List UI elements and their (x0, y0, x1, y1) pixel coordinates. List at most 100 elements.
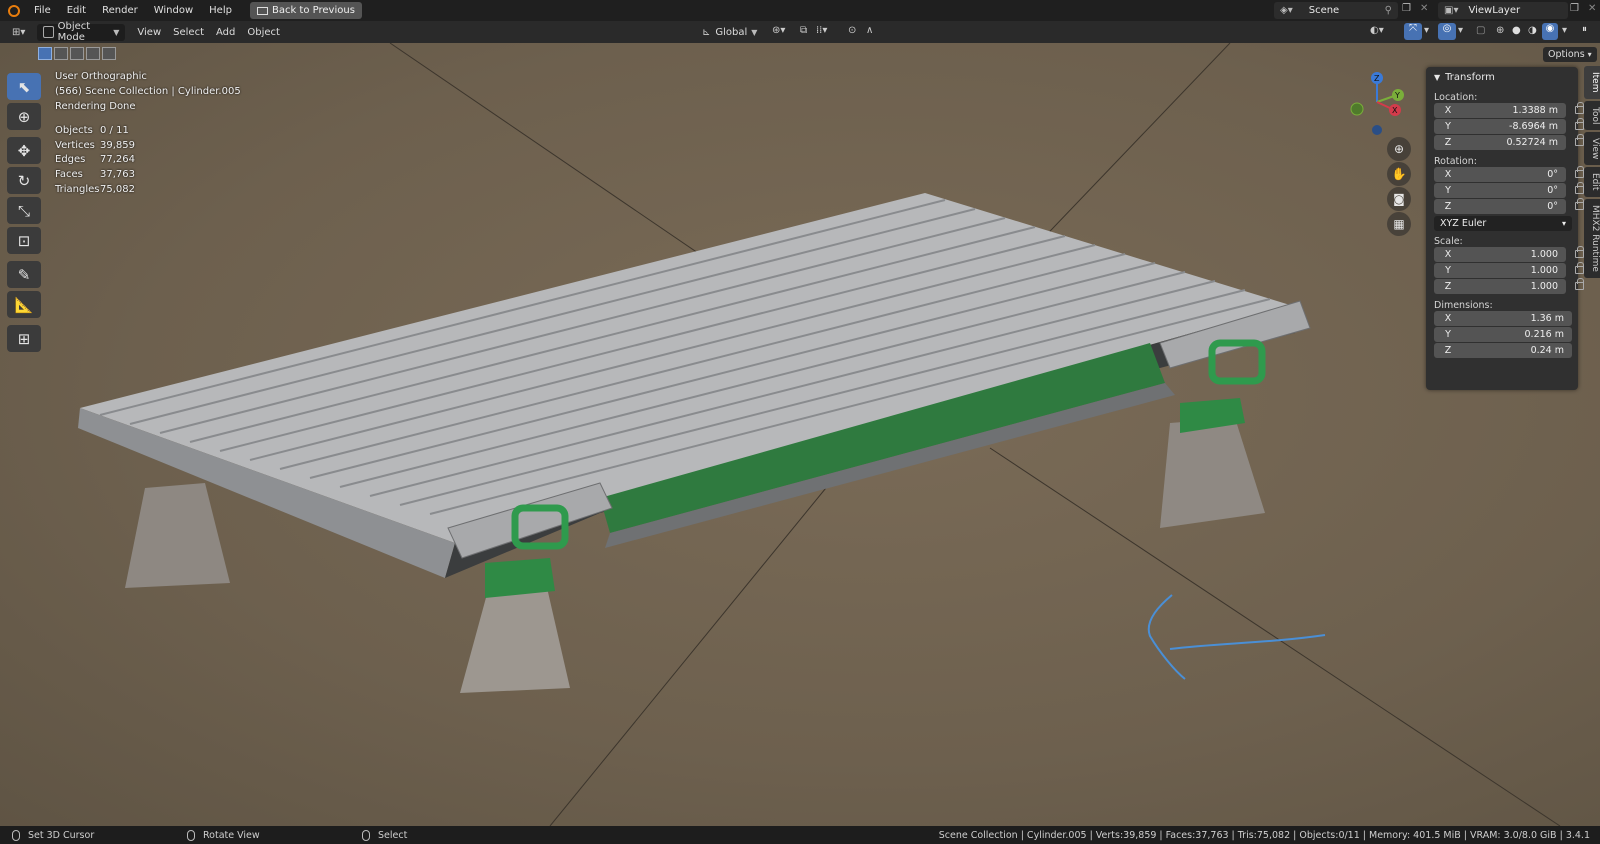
editor-type-button[interactable]: ⊞▾ (6, 24, 31, 41)
options-dropdown[interactable]: Options ▾ (1543, 47, 1597, 62)
visibility-icon[interactable]: ◐▾ (1370, 25, 1384, 36)
annotation-stroke (1169, 634, 1326, 650)
material-shading-icon[interactable]: ◑ (1528, 25, 1537, 36)
lock-icon[interactable] (1575, 134, 1584, 146)
lock-icon[interactable] (1575, 246, 1584, 258)
overlays-toggle-icon[interactable]: ◎ (1438, 23, 1456, 40)
lock-icon[interactable] (1575, 262, 1584, 274)
wireframe-shading-icon[interactable]: ⊕ (1496, 25, 1504, 36)
tab-mhx2-runtime[interactable]: MHX2 Runtime (1584, 198, 1600, 278)
location-y-field[interactable]: Y -8.6964 m (1434, 118, 1584, 134)
3d-viewport[interactable]: Z Y X User Orthographic (566) Scene Coll… (0, 43, 1600, 826)
add-cube-tool[interactable]: ⊞ (7, 325, 41, 352)
menu-edit[interactable]: Edit (59, 5, 94, 16)
snap-toggle-icon[interactable]: ⧉ (800, 25, 807, 36)
menu-window[interactable]: Window (146, 5, 201, 16)
camera-view-icon[interactable]: ◙ (1387, 187, 1411, 211)
stat-row: Vertices 39,859 (55, 140, 135, 155)
scale-icon: ⤡ (17, 201, 30, 220)
new-scene-icon[interactable]: ❐ (1402, 3, 1411, 14)
location-label: Location: (1434, 92, 1478, 103)
cursor-tool[interactable]: ⊕ (7, 103, 41, 130)
new-view-layer-icon[interactable]: ❐ (1570, 3, 1579, 14)
viewport-header: ⊞▾ Object Mode ▼ View Select Add Object … (0, 21, 1600, 43)
field-value: 0° (1547, 169, 1558, 180)
menu-render[interactable]: Render (94, 5, 146, 16)
menu-select[interactable]: Select (167, 24, 210, 41)
pause-icon[interactable]: ⏸ (1582, 24, 1587, 35)
menu-file[interactable]: File (26, 5, 59, 16)
rotate-tool[interactable]: ↻ (7, 167, 41, 194)
select-box-tool[interactable]: ⬉ (7, 73, 41, 100)
xray-toggle-icon[interactable]: ▢ (1476, 25, 1485, 36)
lock-icon[interactable] (1575, 182, 1584, 194)
rotation-mode-select[interactable]: XYZ Euler ▾ (1434, 216, 1572, 231)
overlays-dropdown-icon[interactable]: ▾ (1458, 25, 1463, 36)
rotation-y-field[interactable]: Y 0° (1434, 182, 1584, 198)
scale-tool[interactable]: ⤡ (7, 197, 41, 224)
scale-x-field[interactable]: X 1.000 (1434, 246, 1584, 262)
zoom-icon[interactable]: ⊕ (1387, 137, 1411, 161)
snap-target-icon[interactable]: ⁞⁞▾ (816, 25, 827, 36)
screen-icon (256, 6, 268, 15)
gizmo-y-label: Y (1394, 91, 1400, 100)
delete-scene-icon[interactable]: ✕ (1420, 3, 1428, 14)
move-tool[interactable]: ✥ (7, 137, 41, 164)
dimensions-z-field[interactable]: Z 0.24 m (1434, 343, 1572, 358)
pin-icon[interactable]: ⚲ (1385, 5, 1392, 16)
annotate-tool[interactable]: ✎ (7, 261, 41, 288)
menu-object[interactable]: Object (241, 24, 286, 41)
lock-icon[interactable] (1575, 198, 1584, 210)
transform-panel: ▼ Transform Location: X 1.3388 m Y -8.6964… (1426, 67, 1584, 390)
lock-icon[interactable] (1575, 118, 1584, 130)
tab-item[interactable]: Item (1584, 66, 1600, 99)
menu-add[interactable]: Add (210, 24, 241, 41)
chevron-down-icon: ▼ (751, 27, 758, 37)
ortho-grid-icon[interactable]: ▦ (1387, 212, 1411, 236)
transform-tool[interactable]: ⊡ (7, 227, 41, 254)
field-value: 0° (1547, 201, 1558, 212)
scale-y-field[interactable]: Y 1.000 (1434, 262, 1584, 278)
select-box-icon: ⬉ (17, 77, 31, 96)
annotate-icon: ✎ (17, 265, 31, 284)
tab-view[interactable]: View (1584, 131, 1600, 166)
render-status: Rendering Done (55, 101, 136, 112)
rotation-x-field[interactable]: X 0° (1434, 166, 1584, 182)
proportional-edit-icon[interactable]: ⊙ (848, 25, 856, 36)
scale-z-field[interactable]: Z 1.000 (1434, 278, 1584, 294)
delete-view-layer-icon[interactable]: ✕ (1588, 3, 1596, 14)
falloff-icon[interactable]: ∧ (866, 25, 873, 36)
transform-header[interactable]: ▼ Transform (1426, 67, 1578, 87)
tab-edit[interactable]: Edit (1584, 167, 1600, 197)
solid-shading-icon[interactable]: ● (1512, 25, 1521, 36)
orientation-selector[interactable]: ⊾ Global ▼ (696, 24, 763, 41)
rotation-z-field[interactable]: Z 0° (1434, 198, 1584, 214)
measure-tool[interactable]: 📐 (7, 291, 41, 318)
dimensions-y-field[interactable]: Y 0.216 m (1434, 327, 1572, 342)
rendered-shading-icon[interactable]: ◉ (1542, 23, 1558, 40)
shading-dropdown-icon[interactable]: ▾ (1562, 25, 1567, 36)
stat-label: Objects (55, 125, 93, 136)
mode-selector[interactable]: Object Mode ▼ (37, 21, 126, 43)
field-value: 1.000 (1530, 249, 1558, 260)
view-layer-selector[interactable]: ▣▾ ViewLayer (1438, 2, 1568, 19)
scene-selector[interactable]: ◈▾ Scene ⚲ (1274, 2, 1398, 19)
gizmo-dropdown-icon[interactable]: ▾ (1424, 25, 1429, 36)
location-x-field[interactable]: X 1.3388 m (1434, 102, 1584, 118)
pivot-point-icon[interactable]: ⊛▾ (772, 25, 785, 36)
rotate-icon: ↻ (17, 171, 31, 190)
location-z-field[interactable]: Z 0.52724 m (1434, 134, 1584, 150)
lock-icon[interactable] (1575, 278, 1584, 290)
lock-icon[interactable] (1575, 166, 1584, 178)
lock-icon[interactable] (1575, 102, 1584, 114)
dimensions-x-field[interactable]: X 1.36 m (1434, 311, 1572, 326)
field-value: 1.3388 m (1512, 105, 1558, 116)
menu-view[interactable]: View (131, 24, 167, 41)
menu-help[interactable]: Help (201, 5, 240, 16)
blender-logo-icon[interactable] (8, 4, 20, 17)
status-hint-label: Rotate View (203, 829, 260, 841)
tab-tool[interactable]: Tool (1584, 100, 1600, 130)
pan-hand-icon[interactable]: ✋ (1387, 162, 1411, 186)
back-to-previous-button[interactable]: Back to Previous (249, 2, 362, 19)
gizmo-toggle-icon[interactable]: ⤧ (1404, 23, 1422, 40)
